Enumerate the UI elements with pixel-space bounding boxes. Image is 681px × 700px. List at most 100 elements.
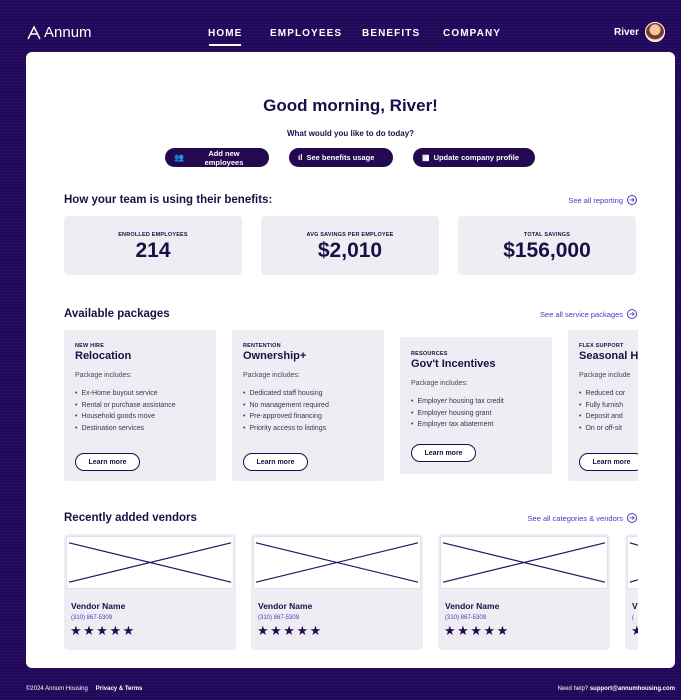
vendor-name: Vendor Name [71, 601, 126, 611]
list-item: Pre-approved financing [243, 411, 373, 423]
help-prefix: Need help? [557, 686, 589, 692]
vendor-phone: (310) 867-5309 [445, 615, 487, 621]
nav-benefits[interactable]: BENEFITS [362, 28, 443, 39]
user-name: River [613, 26, 639, 38]
benefits-section-title: How your team is using their benefits: [64, 194, 273, 206]
brand-logo[interactable]: Annum [26, 24, 92, 41]
stat-card-total-savings: TOTAL SAVINGS $156,000 [458, 216, 636, 275]
learn-more-button[interactable]: Learn more [75, 453, 140, 471]
vendor-name: V [632, 601, 638, 611]
vendors-section-title: Recently added vendors [64, 512, 197, 524]
package-tag: RENTENTION [243, 343, 281, 349]
package-bullets: Employer housing tax credit Employer hou… [411, 396, 541, 431]
privacy-terms-link[interactable]: Privacy & Terms [96, 686, 143, 692]
stat-label: TOTAL SAVINGS [523, 232, 571, 238]
list-item: Reduced cor [579, 388, 627, 400]
package-tag: FLEX SUPPORT [579, 343, 624, 349]
star-rating: ★★★★★ [257, 623, 323, 638]
list-item: Dedicated staff housing [243, 388, 373, 400]
vendor-name: Vendor Name [258, 601, 313, 611]
vendor-card[interactable]: Vendor Name (310) 867-5309 ★★★★★ [64, 534, 236, 650]
add-employees-button[interactable]: 👥 Add new employees [165, 148, 269, 167]
packages-carousel[interactable]: NEW HIRE Relocation Package includes: Ex… [64, 330, 638, 484]
package-card-relocation[interactable]: NEW HIRE Relocation Package includes: Ex… [64, 330, 216, 481]
stat-value: $156,000 [503, 239, 591, 262]
stat-value: $2,010 [317, 239, 383, 262]
package-includes: Package includes: [243, 372, 300, 379]
benefits-usage-label: See benefits usage [306, 153, 375, 162]
stat-value: 214 [135, 239, 171, 262]
star-rating: ★ [631, 623, 638, 639]
see-all-reporting-label: See all reporting [568, 195, 623, 205]
nav-links: HOME EMPLOYEES BENEFITS COMPANY [208, 28, 513, 46]
learn-more-button[interactable]: Learn more [411, 444, 476, 462]
vendor-card[interactable]: V ( ★ [625, 534, 638, 650]
package-title: Gov't Incentives [411, 358, 496, 370]
package-title: Relocation [75, 350, 132, 362]
list-item: Household goods move [75, 411, 205, 423]
list-item: Rental or purchase assistance [75, 400, 205, 412]
stats-row: ENROLLED EMPLOYEES 214 AVG SAVINGS PER E… [64, 216, 636, 275]
avatar[interactable] [645, 22, 665, 42]
top-nav: Annum HOME EMPLOYEES BENEFITS COMPANY Ri… [0, 0, 681, 52]
list-item: No management required [243, 400, 373, 412]
vendor-card[interactable]: Vendor Name (310) 867-5309 ★★★★★ [251, 534, 423, 650]
main-content: Good morning, River! What would you like… [26, 52, 675, 668]
vendor-name: Vendor Name [445, 601, 500, 611]
see-all-packages-label: See all service packages [540, 309, 623, 319]
footer-left: ©2024 Annum Housing Privacy & Terms [26, 686, 142, 692]
arrow-right-icon: ➜ [627, 513, 637, 523]
user-menu[interactable]: River [614, 22, 665, 42]
vendor-phone: (310) 867-5309 [71, 615, 113, 621]
stat-label: AVG SAVINGS PER EMPLOYEE [306, 232, 394, 238]
add-employees-label: Add new employees [204, 148, 244, 167]
packages-section-title: Available packages [64, 308, 170, 320]
list-item: Ex-Home buyout service [75, 388, 205, 400]
package-card-ownership[interactable]: RENTENTION Ownership+ Package includes: … [232, 330, 384, 481]
page-title: Good morning, River! [263, 96, 438, 115]
star-rating: ★★★★★ [444, 623, 510, 638]
vendor-phone: (310) 867-5309 [258, 615, 300, 621]
package-tag: RESOURCES [411, 351, 448, 357]
star-rating: ★★★★★ [70, 623, 136, 638]
list-item: Fully furnish [579, 400, 627, 412]
see-all-vendors-link[interactable]: See all categories & vendors ➜ [528, 513, 637, 523]
arrow-right-icon: ➜ [627, 309, 637, 319]
list-item: On or off-sit [579, 423, 627, 435]
list-item: Employer housing grant [411, 408, 541, 420]
building-icon: ▦ [422, 153, 430, 162]
vendor-phone: ( [632, 615, 634, 621]
package-bullets: Reduced cor Fully furnish Deposit and On… [579, 388, 627, 434]
package-includes: Package includes: [411, 380, 468, 387]
quick-actions: 👥 Add new employees ıl See benefits usag… [165, 148, 535, 167]
update-profile-label: Update company profile [433, 153, 519, 162]
see-all-packages-link[interactable]: See all service packages ➜ [540, 309, 637, 319]
list-item: Employer tax abatement [411, 419, 541, 431]
arrow-right-icon: ➜ [627, 195, 637, 205]
nav-home[interactable]: HOME [208, 28, 270, 46]
stat-label: ENROLLED EMPLOYEES [118, 232, 188, 238]
benefits-usage-button[interactable]: ıl See benefits usage [289, 148, 393, 167]
brand-name: Annum [44, 24, 92, 41]
package-card-seasonal[interactable]: FLEX SUPPORT Seasonal H Package include … [568, 330, 638, 481]
bar-chart-icon: ıl [298, 153, 303, 162]
logo-mark-icon [27, 24, 41, 39]
see-all-reporting-link[interactable]: See all reporting ➜ [568, 195, 637, 205]
package-title: Seasonal H [579, 350, 638, 362]
vendors-carousel[interactable]: Vendor Name (310) 867-5309 ★★★★★ Vendor … [64, 534, 638, 652]
support-email-link[interactable]: support@annumhousing.com [590, 686, 675, 692]
nav-company[interactable]: COMPANY [443, 28, 513, 39]
vendor-image-placeholder [66, 536, 234, 589]
update-profile-button[interactable]: ▦ Update company profile [413, 148, 535, 167]
list-item: Employer housing tax credit [411, 396, 541, 408]
vendor-card[interactable]: Vendor Name (310) 867-5309 ★★★★★ [438, 534, 610, 650]
learn-more-button[interactable]: Learn more [243, 453, 308, 471]
learn-more-button[interactable]: Learn more [579, 453, 638, 471]
package-card-incentives[interactable]: RESOURCES Gov't Incentives Package inclu… [400, 337, 552, 474]
package-includes: Package include [579, 372, 631, 379]
nav-employees[interactable]: EMPLOYEES [270, 28, 362, 39]
see-all-vendors-label: See all categories & vendors [527, 513, 623, 523]
list-item: Priority access to listings [243, 423, 373, 435]
vendor-image-placeholder [627, 536, 638, 589]
package-tag: NEW HIRE [75, 343, 105, 349]
